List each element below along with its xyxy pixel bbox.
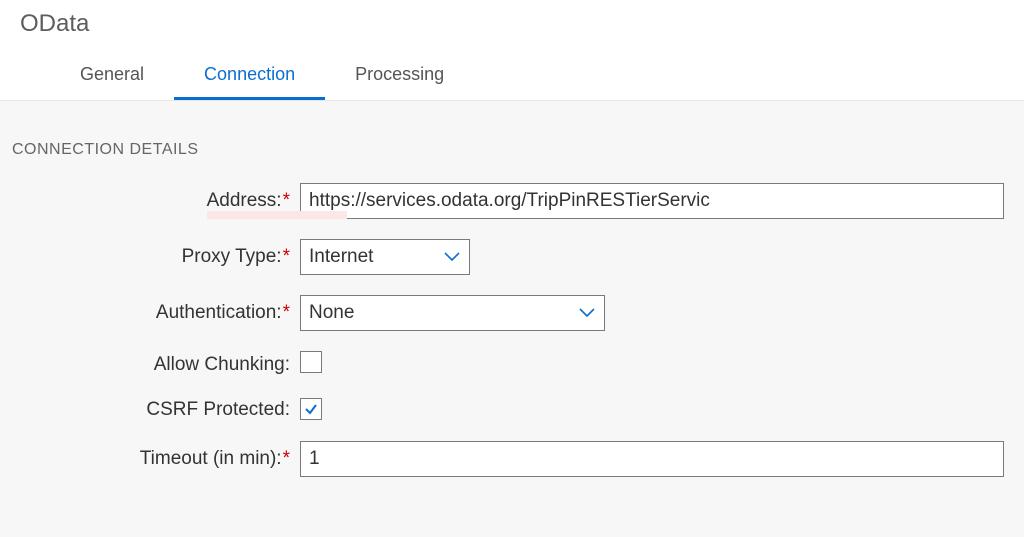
allow-chunking-label: Allow Chunking: [154,354,290,375]
proxy-type-select[interactable]: Internet [300,239,470,275]
proxy-type-label: Proxy Type: [182,246,282,267]
address-label: Address: [207,190,282,211]
tab-connection[interactable]: Connection [174,56,325,100]
csrf-protected-checkbox[interactable] [300,398,322,420]
connection-panel: CONNECTION DETAILS Address:* Proxy Type:… [0,100,1024,537]
tab-bar: General Connection Processing [20,56,1004,100]
required-indicator: * [283,302,290,323]
allow-chunking-checkbox[interactable] [300,351,322,373]
proxy-type-value: Internet [309,246,373,268]
address-input[interactable] [300,183,1004,219]
tab-processing[interactable]: Processing [325,56,474,100]
required-indicator: * [283,246,290,267]
required-indicator: * [283,190,290,211]
authentication-value: None [309,302,354,324]
timeout-input[interactable] [300,441,1004,477]
csrf-protected-label: CSRF Protected: [146,399,290,420]
required-indicator: * [283,448,290,469]
authentication-label: Authentication: [156,302,282,323]
authentication-select[interactable]: None [300,295,605,331]
tab-general[interactable]: General [50,56,174,100]
section-title: CONNECTION DETAILS [12,141,1004,159]
page-title: OData [20,10,1004,38]
timeout-label: Timeout (in min): [140,448,282,469]
